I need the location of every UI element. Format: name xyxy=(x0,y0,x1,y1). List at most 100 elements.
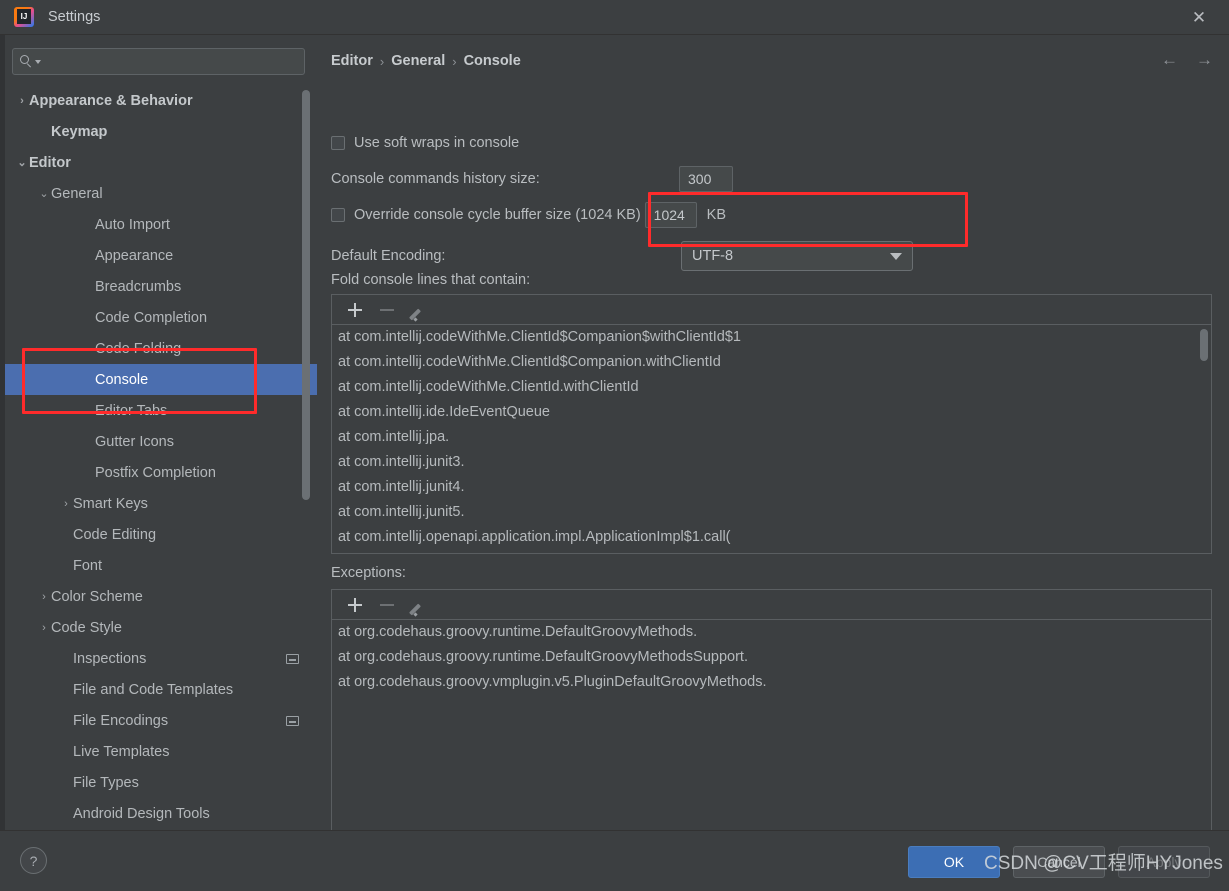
list-item[interactable]: at com.intellij.junit3. xyxy=(332,450,1211,475)
list-item[interactable]: at com.intellij.codeWithMe.ClientId$Comp… xyxy=(332,325,1211,350)
list-item[interactable]: at org.codehaus.groovy.vmplugin.v5.Plugi… xyxy=(332,670,1211,695)
sidebar-item-general[interactable]: ⌄ General xyxy=(5,178,317,209)
chevron-down-icon[interactable]: ⌄ xyxy=(15,156,29,169)
sidebar-item-label: Keymap xyxy=(51,123,108,140)
exceptions-list[interactable]: at org.codehaus.groovy.runtime.DefaultGr… xyxy=(332,620,1211,845)
fold-lines-toolbar xyxy=(332,295,1211,325)
back-arrow-icon[interactable]: ← xyxy=(1161,50,1178,70)
remove-icon[interactable] xyxy=(374,593,400,617)
settings-sidebar: › Appearance & Behavior Keymap ⌄ Editor ⌄ Gen… xyxy=(5,35,317,830)
list-item[interactable]: at com.intellij.ide.IdeEventQueue xyxy=(332,400,1211,425)
sidebar-item-postfix-completion[interactable]: Postfix Completion xyxy=(5,457,317,488)
breadcrumb: Editor › General › Console xyxy=(331,53,521,69)
chevron-right-icon[interactable]: › xyxy=(59,498,73,510)
sidebar-item-label: Editor Tabs xyxy=(95,402,168,419)
soft-wraps-label: Use soft wraps in console xyxy=(354,135,520,151)
exceptions-panel: at org.codehaus.groovy.runtime.DefaultGr… xyxy=(331,589,1212,846)
sidebar-item-code-completion[interactable]: Code Completion xyxy=(5,302,317,333)
history-size-row: Console commands history size: xyxy=(331,166,733,192)
sidebar-item-android-design-tools[interactable]: Android Design Tools xyxy=(5,798,317,829)
sidebar-item-code-editing[interactable]: Code Editing xyxy=(5,519,317,550)
override-buffer-input[interactable] xyxy=(644,202,697,228)
sidebar-item-keymap[interactable]: Keymap xyxy=(5,116,317,147)
fold-lines-panel: at com.intellij.codeWithMe.ClientId$Comp… xyxy=(331,294,1212,554)
sidebar-item-auto-import[interactable]: Auto Import xyxy=(5,209,317,240)
sidebar-item-label: File Types xyxy=(73,774,139,791)
edit-icon[interactable] xyxy=(406,298,432,322)
sidebar-item-gutter-icons[interactable]: Gutter Icons xyxy=(5,426,317,457)
chevron-right-icon[interactable]: › xyxy=(37,591,51,603)
sidebar-item-label: Android Design Tools xyxy=(73,805,210,822)
list-item[interactable]: at com.intellij.codeWithMe.ClientId$Comp… xyxy=(332,350,1211,375)
list-item[interactable]: at com.intellij.junit5. xyxy=(332,500,1211,525)
fold-lines-label: Fold console lines that contain: xyxy=(331,272,531,288)
list-item[interactable]: at org.codehaus.groovy.runtime.DefaultGr… xyxy=(332,645,1211,670)
breadcrumb-item-general[interactable]: General xyxy=(391,53,445,69)
history-size-label: Console commands history size: xyxy=(331,171,540,187)
history-size-input[interactable] xyxy=(679,166,733,192)
list-item[interactable]: at com.intellij.junit4. xyxy=(332,475,1211,500)
sidebar-item-label: Code Completion xyxy=(95,309,208,326)
settings-content-panel: Editor › General › Console ← → Use soft … xyxy=(317,35,1229,846)
chevron-down-icon[interactable]: ⌄ xyxy=(37,187,51,200)
soft-wraps-checkbox[interactable] xyxy=(331,136,345,150)
override-buffer-checkbox[interactable] xyxy=(331,208,345,222)
sidebar-item-label: Appearance & Behavior xyxy=(29,92,193,109)
sidebar-item-file-encodings[interactable]: File Encodings xyxy=(5,705,317,736)
default-encoding-dropdown[interactable]: UTF-8 xyxy=(681,241,913,271)
default-encoding-value: UTF-8 xyxy=(692,248,734,264)
forward-arrow-icon[interactable]: → xyxy=(1196,50,1213,70)
sidebar-item-smart-keys[interactable]: › Smart Keys xyxy=(5,488,317,519)
breadcrumb-item-console[interactable]: Console xyxy=(464,53,521,69)
sidebar-item-color-scheme[interactable]: › Color Scheme xyxy=(5,581,317,612)
sidebar-item-appearance[interactable]: Appearance xyxy=(5,240,317,271)
scope-badge-icon xyxy=(286,715,299,726)
chevron-right-icon[interactable]: › xyxy=(15,95,29,107)
list-item[interactable]: at com.intellij.openapi.application.impl… xyxy=(332,525,1211,550)
search-box[interactable] xyxy=(12,48,305,75)
fold-lines-list[interactable]: at com.intellij.codeWithMe.ClientId$Comp… xyxy=(332,325,1211,553)
list-item[interactable]: at com.intellij.jpa. xyxy=(332,425,1211,450)
cancel-button[interactable]: Cancel xyxy=(1013,846,1105,878)
sidebar-item-breadcrumbs[interactable]: Breadcrumbs xyxy=(5,271,317,302)
default-encoding-row: Default Encoding: UTF-8 xyxy=(331,241,913,271)
sidebar-item-file-and-code-templates[interactable]: File and Code Templates xyxy=(5,674,317,705)
sidebar-item-file-types[interactable]: File Types xyxy=(5,767,317,798)
navigation-arrows: ← → xyxy=(1161,50,1213,70)
search-input[interactable] xyxy=(41,54,297,69)
apply-button[interactable]: Apply xyxy=(1118,846,1210,878)
chevron-right-icon[interactable]: › xyxy=(37,622,51,634)
sidebar-item-editor[interactable]: ⌄ Editor xyxy=(5,147,317,178)
sidebar-item-appearance-behavior[interactable]: › Appearance & Behavior xyxy=(5,85,317,116)
edit-icon[interactable] xyxy=(406,593,432,617)
sidebar-item-label: File and Code Templates xyxy=(73,681,234,698)
sidebar-item-inspections[interactable]: Inspections xyxy=(5,643,317,674)
add-icon[interactable] xyxy=(342,593,368,617)
remove-icon[interactable] xyxy=(374,298,400,322)
sidebar-item-label: Code Folding xyxy=(95,340,182,357)
breadcrumb-item-editor[interactable]: Editor xyxy=(331,53,373,69)
sidebar-item-code-style[interactable]: › Code Style xyxy=(5,612,317,643)
sidebar-item-code-folding[interactable]: Code Folding xyxy=(5,333,317,364)
add-icon[interactable] xyxy=(342,298,368,322)
sidebar-item-label: Code Editing xyxy=(73,526,157,543)
sidebar-item-font[interactable]: Font xyxy=(5,550,317,581)
ok-button[interactable]: OK xyxy=(908,846,1000,878)
sidebar-item-editor-tabs[interactable]: Editor Tabs xyxy=(5,395,317,426)
fold-lines-scrollbar[interactable] xyxy=(1200,329,1208,361)
sidebar-scrollbar[interactable] xyxy=(302,90,310,500)
help-icon[interactable]: ? xyxy=(20,847,47,874)
list-item[interactable]: at com.intellij.codeWithMe.ClientId.with… xyxy=(332,375,1211,400)
close-icon[interactable]: ✕ xyxy=(1179,4,1219,32)
list-item[interactable]: at org.codehaus.groovy.runtime.DefaultGr… xyxy=(332,620,1211,645)
sidebar-item-label: Inspections xyxy=(73,650,147,667)
sidebar-item-live-templates[interactable]: Live Templates xyxy=(5,736,317,767)
sidebar-item-console[interactable]: Console xyxy=(5,364,317,395)
